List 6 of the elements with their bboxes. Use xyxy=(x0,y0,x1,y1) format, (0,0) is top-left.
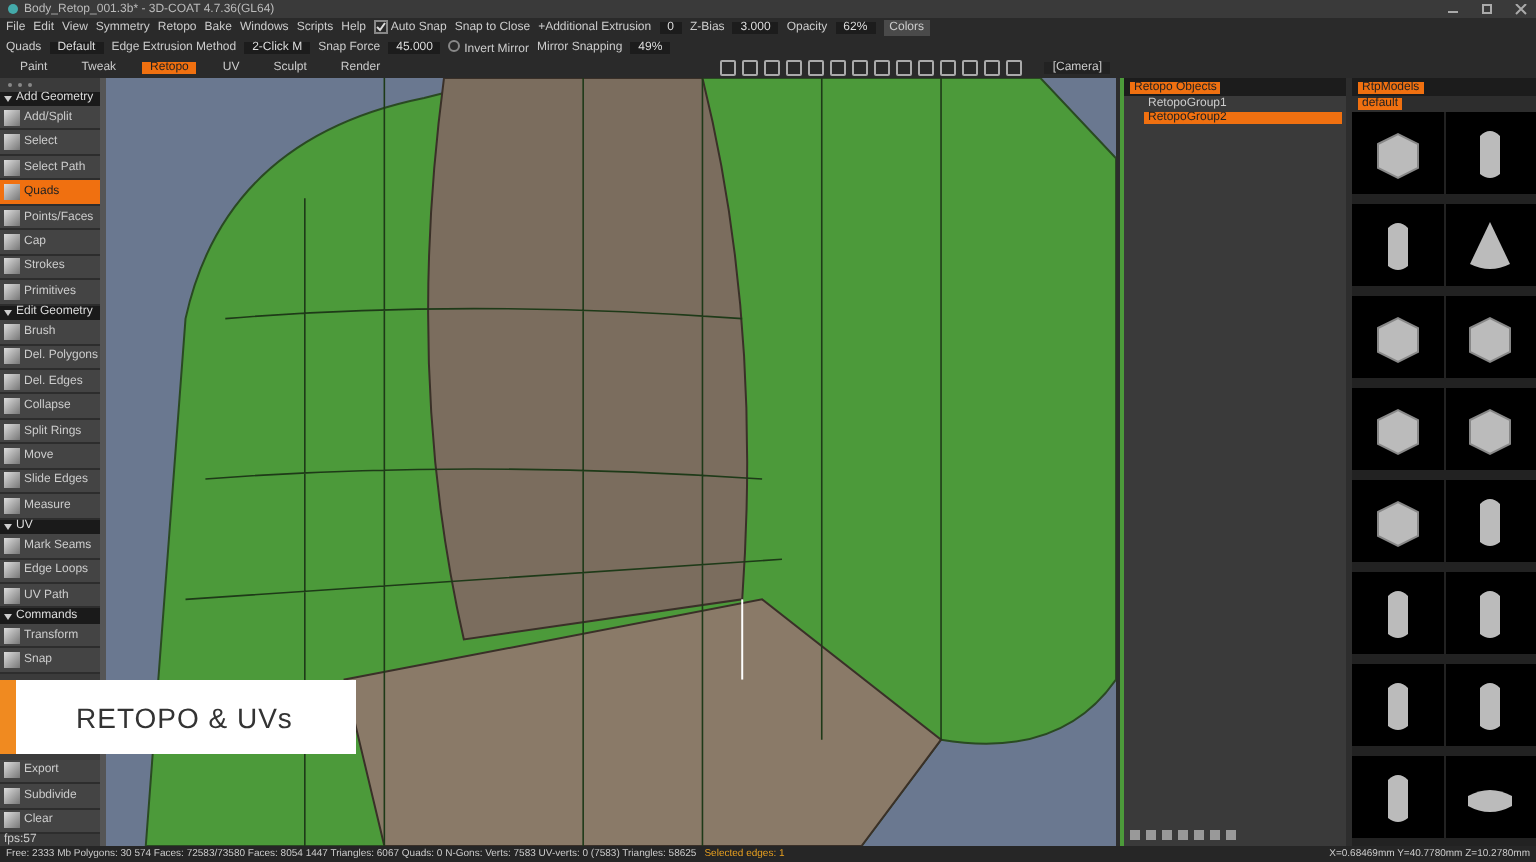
maximize-icon[interactable] xyxy=(1480,3,1494,15)
close-icon[interactable] xyxy=(1514,3,1528,15)
title-banner: RETOPO & UVs xyxy=(0,680,356,754)
app-logo-icon xyxy=(8,4,18,14)
toolbar-grip-icon xyxy=(6,79,34,90)
checkbox-icon[interactable] xyxy=(374,20,388,35)
